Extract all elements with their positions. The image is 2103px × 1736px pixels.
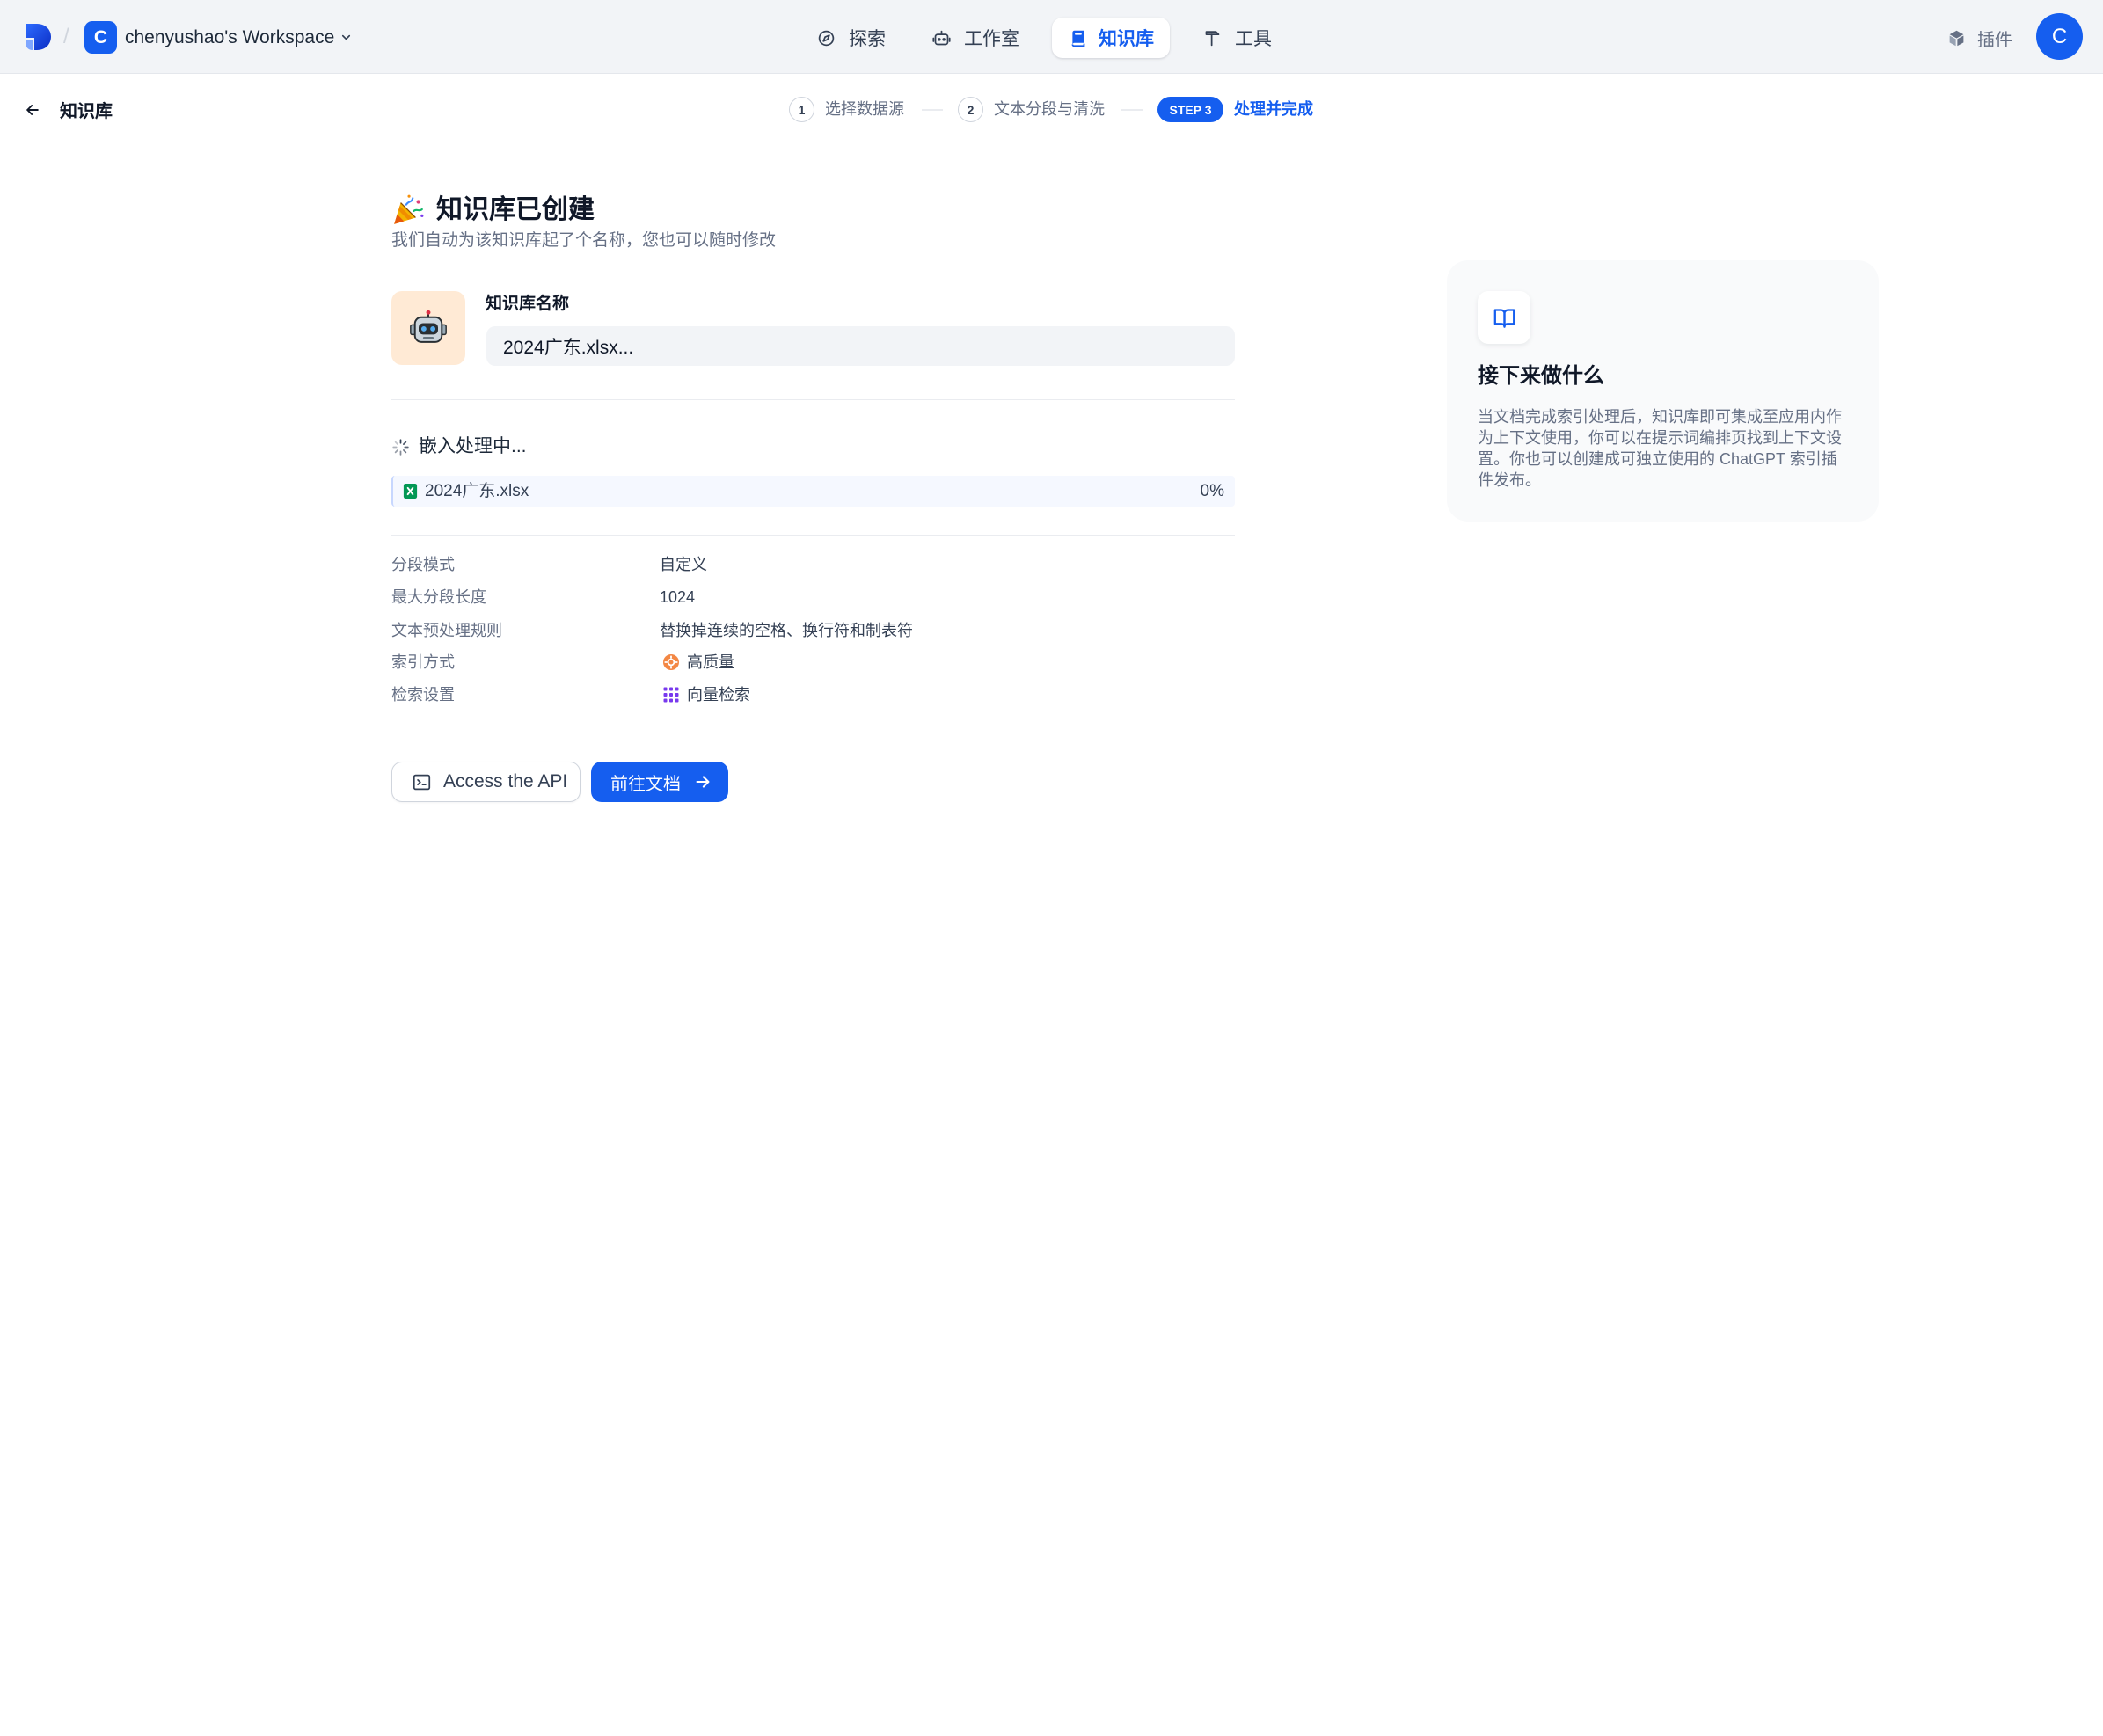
tools-icon [1203, 29, 1222, 47]
chevron-down-icon [340, 31, 353, 44]
go-to-documents-label: 前往文档 [610, 774, 681, 794]
breadcrumb-separator: / [63, 25, 69, 48]
back-label: 知识库 [60, 102, 113, 121]
retrieval-value: 向量检索 [687, 686, 750, 704]
embedding-status: 嵌入处理中... [419, 436, 527, 456]
book-open-icon [1493, 306, 1516, 330]
user-avatar[interactable]: C [2036, 13, 2083, 60]
file-name: 2024广东.xlsx [425, 482, 529, 500]
workspace-name: chenyushao's Workspace [125, 26, 335, 47]
nav-studio[interactable]: 工作室 [921, 18, 1031, 58]
spinner-icon [391, 438, 410, 456]
top-navigation-bar: / C chenyushao's Workspace 探索 工作室 知识库 工具… [0, 0, 2103, 74]
app-root: / C chenyushao's Workspace 探索 工作室 知识库 工具… [0, 0, 2103, 1736]
compass-icon [817, 29, 836, 47]
settings-value: 高质量 [662, 652, 734, 673]
dataset-name-label: 知识库名称 [486, 295, 570, 313]
card-body: 当文档完成索引处理后，知识库即可集成至应用内作为上下文使用，你可以在提示词编排页… [1478, 408, 1842, 489]
nav-studio-label: 工作室 [964, 29, 1019, 49]
step-2-label: 文本分段与清洗 [994, 100, 1105, 118]
access-api-label: Access the API [443, 771, 568, 791]
step-3-badge: STEP 3 [1157, 97, 1223, 122]
step-3-label: 处理并完成 [1234, 100, 1313, 118]
step-2-number: 2 [958, 97, 983, 122]
section-divider [391, 535, 1235, 536]
go-to-documents-button[interactable]: 前往文档 [591, 762, 728, 802]
plugins-button[interactable]: 插件 [1936, 18, 2024, 58]
cube-icon [1947, 29, 1966, 47]
settings-label: 检索设置 [391, 686, 455, 704]
nav-knowledge[interactable]: 知识库 [1052, 18, 1170, 58]
step-connector [1121, 109, 1143, 111]
plugins-label: 插件 [1977, 30, 2012, 50]
step-header: 知识库 1 选择数据源 2 文本分段与清洗 STEP 3 处理并完成 [0, 74, 2103, 142]
excel-file-icon [402, 483, 419, 500]
file-progress-item: 2024广东.xlsx 0% [391, 476, 1235, 507]
settings-value: 替换掉连续的空格、换行符和制表符 [660, 622, 913, 639]
step-connector [922, 109, 943, 111]
section-divider [391, 399, 1235, 400]
dataset-icon-picker[interactable] [391, 291, 465, 365]
settings-value: 向量检索 [662, 684, 750, 705]
workspace-avatar: C [84, 21, 117, 54]
vector-search-icon [662, 686, 680, 704]
dataset-name-input[interactable] [486, 326, 1235, 366]
nav-explore-label: 探索 [849, 29, 886, 49]
settings-label: 文本预处理规则 [391, 622, 502, 639]
party-popper-icon [391, 193, 425, 227]
page-title: 知识库已创建 [436, 195, 595, 224]
progress-percent: 0% [1200, 482, 1224, 500]
card-title: 接下来做什么 [1478, 364, 1604, 388]
workspace-selector[interactable]: C chenyushao's Workspace [84, 21, 353, 54]
card-icon-box [1478, 291, 1530, 344]
book-icon [1069, 29, 1087, 47]
settings-label: 最大分段长度 [391, 588, 486, 606]
arrow-right-icon [693, 772, 712, 791]
access-api-button[interactable]: Access the API [391, 762, 581, 802]
settings-label: 索引方式 [391, 653, 455, 671]
index-mode-value: 高质量 [687, 653, 734, 671]
dify-logo[interactable] [24, 22, 52, 52]
next-steps-card: 接下来做什么 当文档完成索引处理后，知识库即可集成至应用内作为上下文使用，你可以… [1447, 260, 1879, 522]
robot-face-icon [409, 309, 448, 347]
arrow-left-icon [24, 101, 41, 119]
back-button[interactable]: 知识库 [24, 97, 113, 122]
settings-value: 自定义 [660, 556, 707, 573]
nav-explore[interactable]: 探索 [806, 18, 897, 58]
terminal-icon [413, 773, 431, 791]
nav-knowledge-label: 知识库 [1099, 29, 1154, 49]
nav-tools[interactable]: 工具 [1192, 18, 1283, 58]
step-1-number: 1 [789, 97, 814, 122]
page-subtitle: 我们自动为该知识库起了个名称，您也可以随时修改 [391, 231, 777, 250]
settings-value: 1024 [660, 588, 696, 606]
nav-tools-label: 工具 [1235, 29, 1272, 49]
robot-icon [932, 29, 951, 47]
high-quality-icon [662, 653, 680, 671]
settings-label: 分段模式 [391, 556, 455, 573]
step-1-label: 选择数据源 [825, 100, 904, 118]
